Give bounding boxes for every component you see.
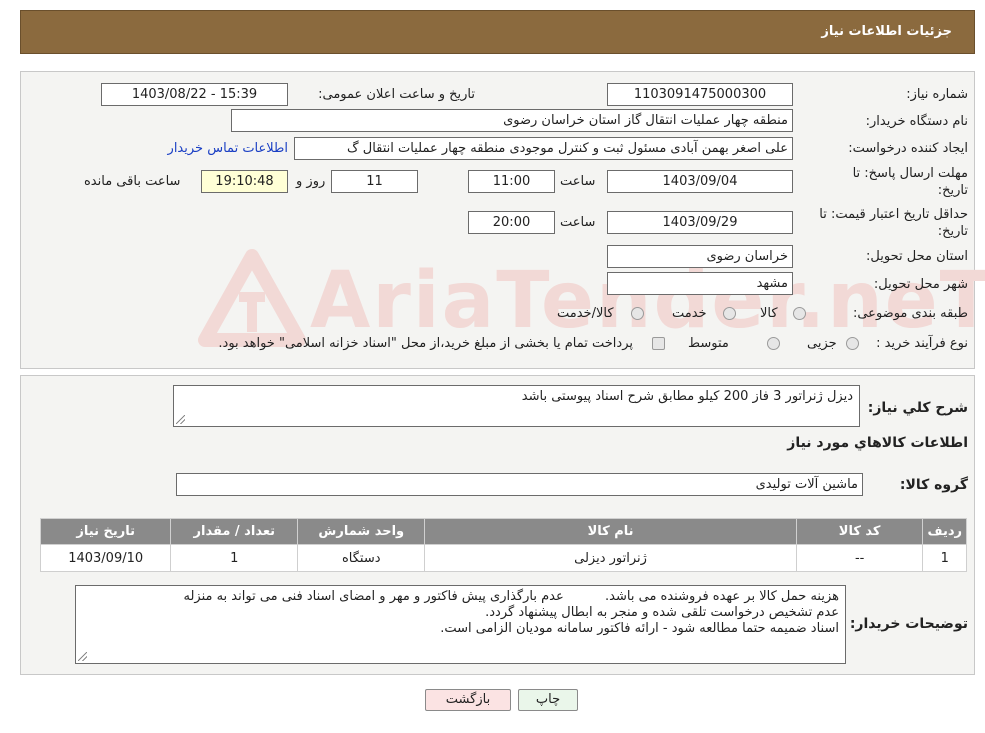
cell-row-number: 1 <box>922 544 967 572</box>
validity-time-label: ساعت <box>560 215 596 230</box>
col-header-unit: واحد شمارش <box>297 518 426 545</box>
category-goods-radio[interactable] <box>793 307 806 320</box>
validity-time-field: 20:00 <box>468 211 555 234</box>
announce-datetime-field: 1403/08/22 - 15:39 <box>101 83 288 106</box>
group-field: ماشین آلات تولیدی <box>176 473 863 496</box>
announce-label: تاریخ و ساعت اعلان عمومی: <box>318 87 475 102</box>
col-header-need-date: تاریخ نیاز <box>39 518 172 545</box>
summary-text: دیزل ژنراتور 3 فاز 200 کیلو مطابق شرح اس… <box>521 389 853 404</box>
validity-date-field: 1403/09/29 <box>607 211 793 234</box>
contact-buyer-link[interactable]: اطلاعات تماس خریدار <box>168 141 288 156</box>
process-minor-radio[interactable] <box>846 337 859 350</box>
deadline-label: مهلت ارسال پاسخ: تا تاریخ: <box>853 165 968 199</box>
process-label: نوع فرآیند خرید : <box>876 336 968 351</box>
col-header-quantity: تعداد / مقدار <box>170 518 299 545</box>
city-label: شهر محل تحویل: <box>873 277 968 292</box>
notes-line-2: عدم تشخیص درخواست تلقی شده و منجر به ابط… <box>485 605 839 620</box>
back-button[interactable]: بازگشت <box>425 689 511 711</box>
notes-line-3: اسناد ضمیمه حتما مطالعه شود - ارائه فاکت… <box>440 621 839 636</box>
items-table: ردیف کد کالا نام کالا واحد شمارش تعداد /… <box>39 518 967 572</box>
process-medium-radio[interactable] <box>767 337 780 350</box>
creator-field: علی اصغر بهمن آبادی مسئول ثبت و کنترل مو… <box>294 137 793 160</box>
city-field: مشهد <box>607 272 793 295</box>
cell-name: ژنراتور دیزلی <box>424 544 797 572</box>
notes-line-1: هزینه حمل کالا بر عهده فروشنده می باشد. … <box>183 589 839 604</box>
summary-textarea[interactable]: دیزل ژنراتور 3 فاز 200 کیلو مطابق شرح اس… <box>173 385 860 427</box>
group-label: گروه کالا: <box>899 477 968 493</box>
buyer-org-label: نام دستگاه خریدار: <box>865 114 968 129</box>
process-note-checkbox[interactable] <box>652 337 665 350</box>
deadline-label-line2: تاریخ: <box>937 183 968 198</box>
process-medium-label: متوسط <box>688 336 729 351</box>
process-minor-label: جزیی <box>807 336 837 351</box>
cell-need-date: 1403/09/10 <box>39 544 172 572</box>
province-label: استان محل تحویل: <box>866 249 968 264</box>
category-goods-label: کالا <box>760 306 778 321</box>
process-note: پرداخت تمام یا بخشی از مبلغ خرید،از محل … <box>218 336 633 351</box>
page-title: جزئیات اطلاعات نیاز <box>821 24 952 39</box>
need-number-label: شماره نیاز: <box>906 87 968 102</box>
table-row: 1 -- ژنراتور دیزلی دستگاه 1 1403/09/10 <box>39 544 967 572</box>
summary-label: شرح کلي نياز: <box>867 400 968 416</box>
category-both-label: کالا/خدمت <box>557 306 614 321</box>
category-label: طبقه بندی موضوعی: <box>852 306 968 321</box>
buyer-notes-label: توضیحات خریدار: <box>849 616 968 632</box>
watermark-text: AriaTender.neT <box>310 256 985 346</box>
deadline-date-field: 1403/09/04 <box>607 170 793 193</box>
days-remaining-field: 11 <box>331 170 418 193</box>
col-header-row-number: ردیف <box>922 518 967 545</box>
validity-label-line1: حداقل تاریخ اعتبار قیمت: تا <box>819 207 968 222</box>
resize-grip-icon[interactable] <box>78 652 87 661</box>
cell-unit: دستگاه <box>297 544 426 572</box>
category-service-radio[interactable] <box>723 307 736 320</box>
deadline-time-label: ساعت <box>560 174 596 189</box>
need-number-field: 1103091475000300 <box>607 83 793 106</box>
cell-code: -- <box>795 544 924 572</box>
deadline-time-field: 11:00 <box>468 170 555 193</box>
buyer-org-field: منطقه چهار عملیات انتقال گاز استان خراسا… <box>231 109 793 132</box>
validity-label: حداقل تاریخ اعتبار قیمت: تا تاریخ: <box>819 206 968 240</box>
print-button[interactable]: چاپ <box>518 689 578 711</box>
deadline-label-line1: مهلت ارسال پاسخ: تا <box>852 166 968 181</box>
resize-grip-icon[interactable] <box>176 415 185 424</box>
table-header-row: ردیف کد کالا نام کالا واحد شمارش تعداد /… <box>39 518 967 545</box>
time-remaining-label: ساعت باقی مانده <box>84 174 181 189</box>
category-both-radio[interactable] <box>631 307 644 320</box>
province-field: خراسان رضوی <box>607 245 793 268</box>
validity-label-line2: تاریخ: <box>937 224 968 239</box>
cell-quantity: 1 <box>170 544 299 572</box>
time-remaining-field: 19:10:48 <box>201 170 288 193</box>
creator-label: ایجاد کننده درخواست: <box>848 141 968 156</box>
col-header-name: نام کالا <box>424 518 797 545</box>
page-header: جزئیات اطلاعات نیاز <box>20 10 975 54</box>
goods-info-title: اطلاعات کالاهاي مورد نياز <box>787 435 968 451</box>
buyer-notes-textarea[interactable]: هزینه حمل کالا بر عهده فروشنده می باشد. … <box>75 585 846 664</box>
col-header-code: کد کالا <box>795 518 924 545</box>
days-label: روز و <box>296 174 326 189</box>
category-service-label: خدمت <box>672 306 707 321</box>
